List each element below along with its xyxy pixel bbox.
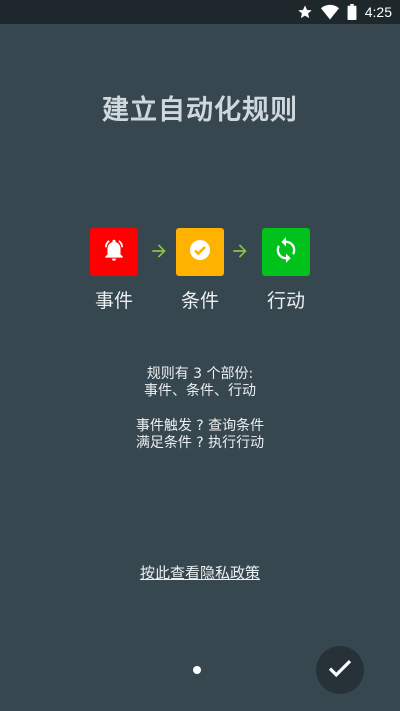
step-label-action: 行动 — [266, 290, 305, 312]
step-condition: 条件 — [176, 228, 224, 312]
check-circle-icon — [188, 238, 212, 266]
step-event: 事件 — [90, 228, 138, 312]
step-label-event: 事件 — [94, 290, 133, 312]
battery-icon — [347, 4, 357, 20]
step-label-condition: 条件 — [180, 290, 219, 312]
checkmark-icon — [325, 653, 355, 687]
rule-description: 规则有 3 个部份: 事件、条件、行动 事件触发 ? 查询条件 满足条件 ? 执… — [0, 366, 400, 452]
status-time: 4:25 — [364, 4, 392, 20]
arrow-right-icon — [149, 241, 169, 265]
action-box — [262, 228, 310, 276]
star-icon — [297, 4, 313, 20]
arrow-right-icon — [230, 241, 250, 265]
rule-flow-diagram: 事件 条件 行动 — [0, 228, 400, 318]
status-bar: 4:25 — [0, 0, 400, 24]
description-line: 满足条件 ? 执行行动 — [135, 435, 265, 451]
description-line: 事件、条件、行动 — [144, 383, 256, 399]
bell-icon — [101, 237, 127, 267]
description-line: 规则有 3 个部份: — [146, 366, 254, 382]
step-action: 行动 — [262, 228, 310, 312]
done-button[interactable] — [316, 646, 364, 694]
sync-icon — [272, 236, 300, 268]
privacy-policy-link[interactable]: 按此查看隐私政策 — [0, 562, 400, 583]
page-indicator-dot — [193, 666, 201, 674]
description-line: 事件触发 ? 查询条件 — [135, 418, 265, 434]
page-title: 建立自动化规则 — [102, 95, 298, 126]
wifi-icon — [320, 4, 339, 20]
event-box — [90, 228, 138, 276]
condition-box — [176, 228, 224, 276]
description-spacer — [0, 400, 400, 418]
